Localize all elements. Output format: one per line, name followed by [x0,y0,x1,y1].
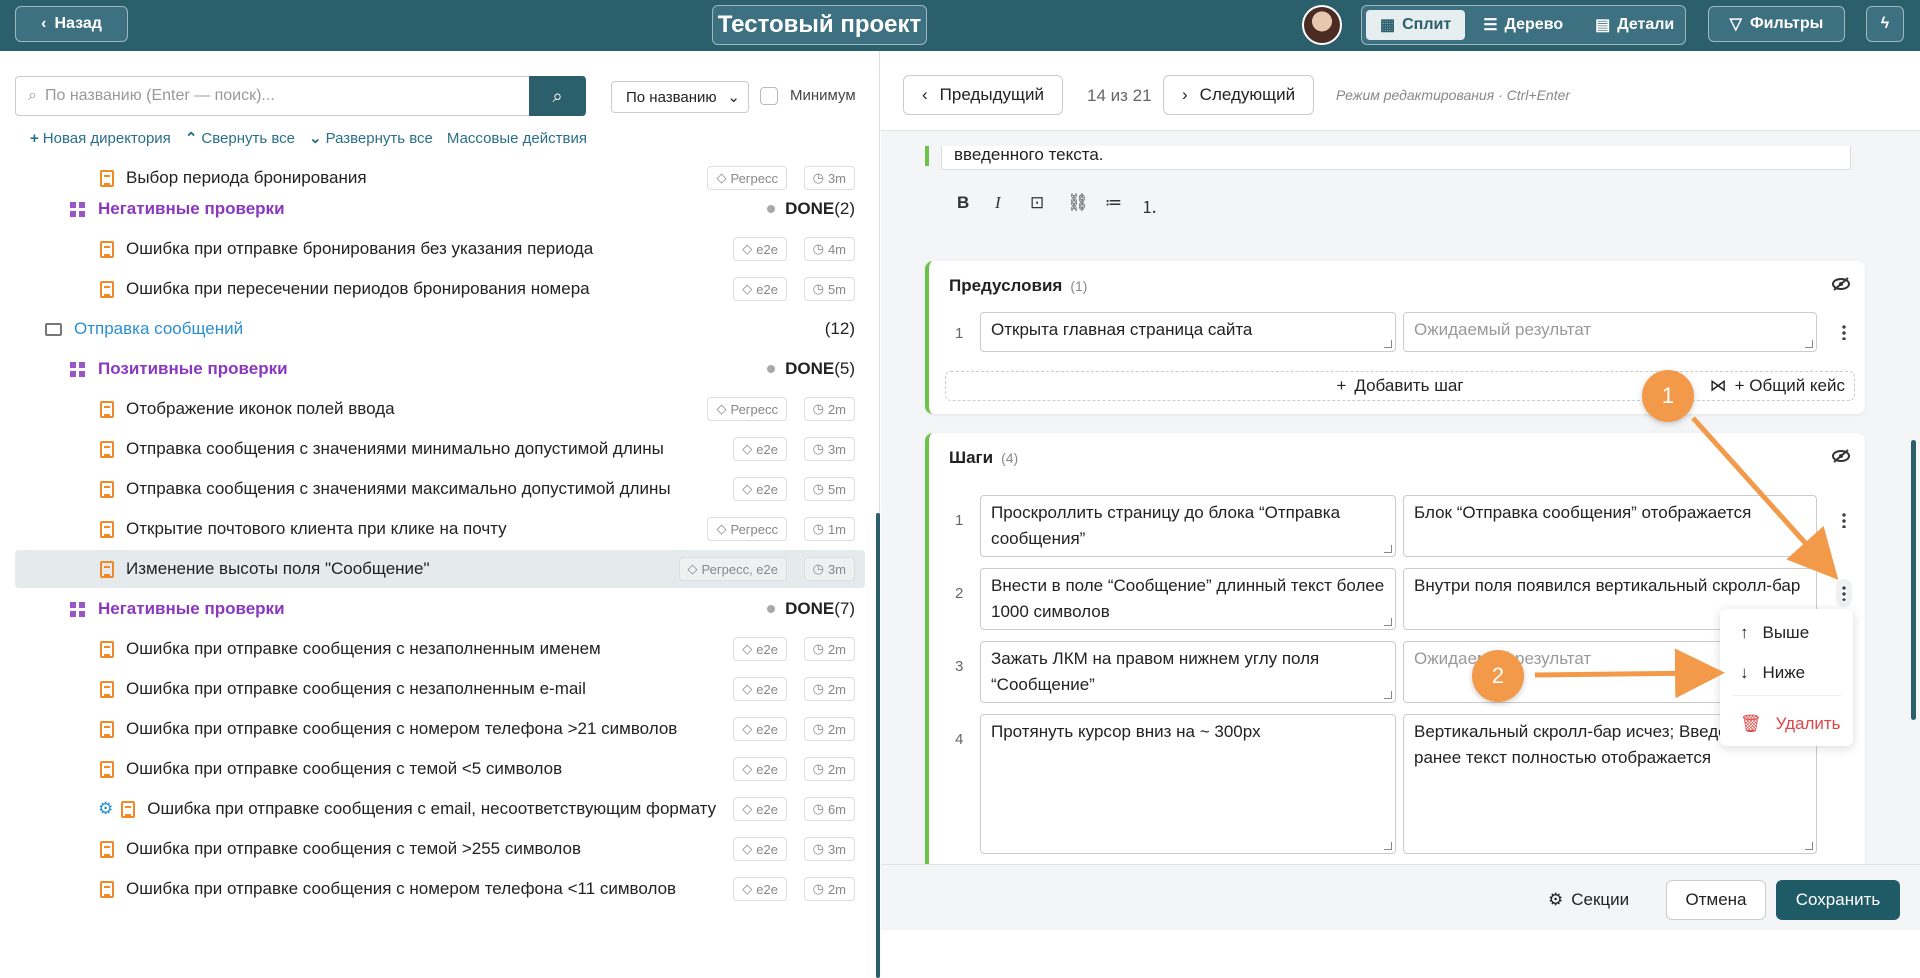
arrow-1 [1691,416,1839,580]
annotation-badge-2: 2 [1472,650,1524,702]
save-button[interactable]: Сохранить [1776,880,1900,920]
sections-button[interactable]: ⚙ Секции [1548,890,1629,910]
details-scrollbar[interactable] [1911,440,1916,720]
annotation-badge-1: 1 [1642,370,1694,422]
gear-icon: ⚙ [1548,890,1564,909]
action-bar: ⚙ Секции Отмена Сохранить [881,864,1920,930]
cancel-button[interactable]: Отмена [1666,880,1766,920]
annotation-arrows [1534,416,1839,699]
arrow-2 [1534,648,1725,699]
